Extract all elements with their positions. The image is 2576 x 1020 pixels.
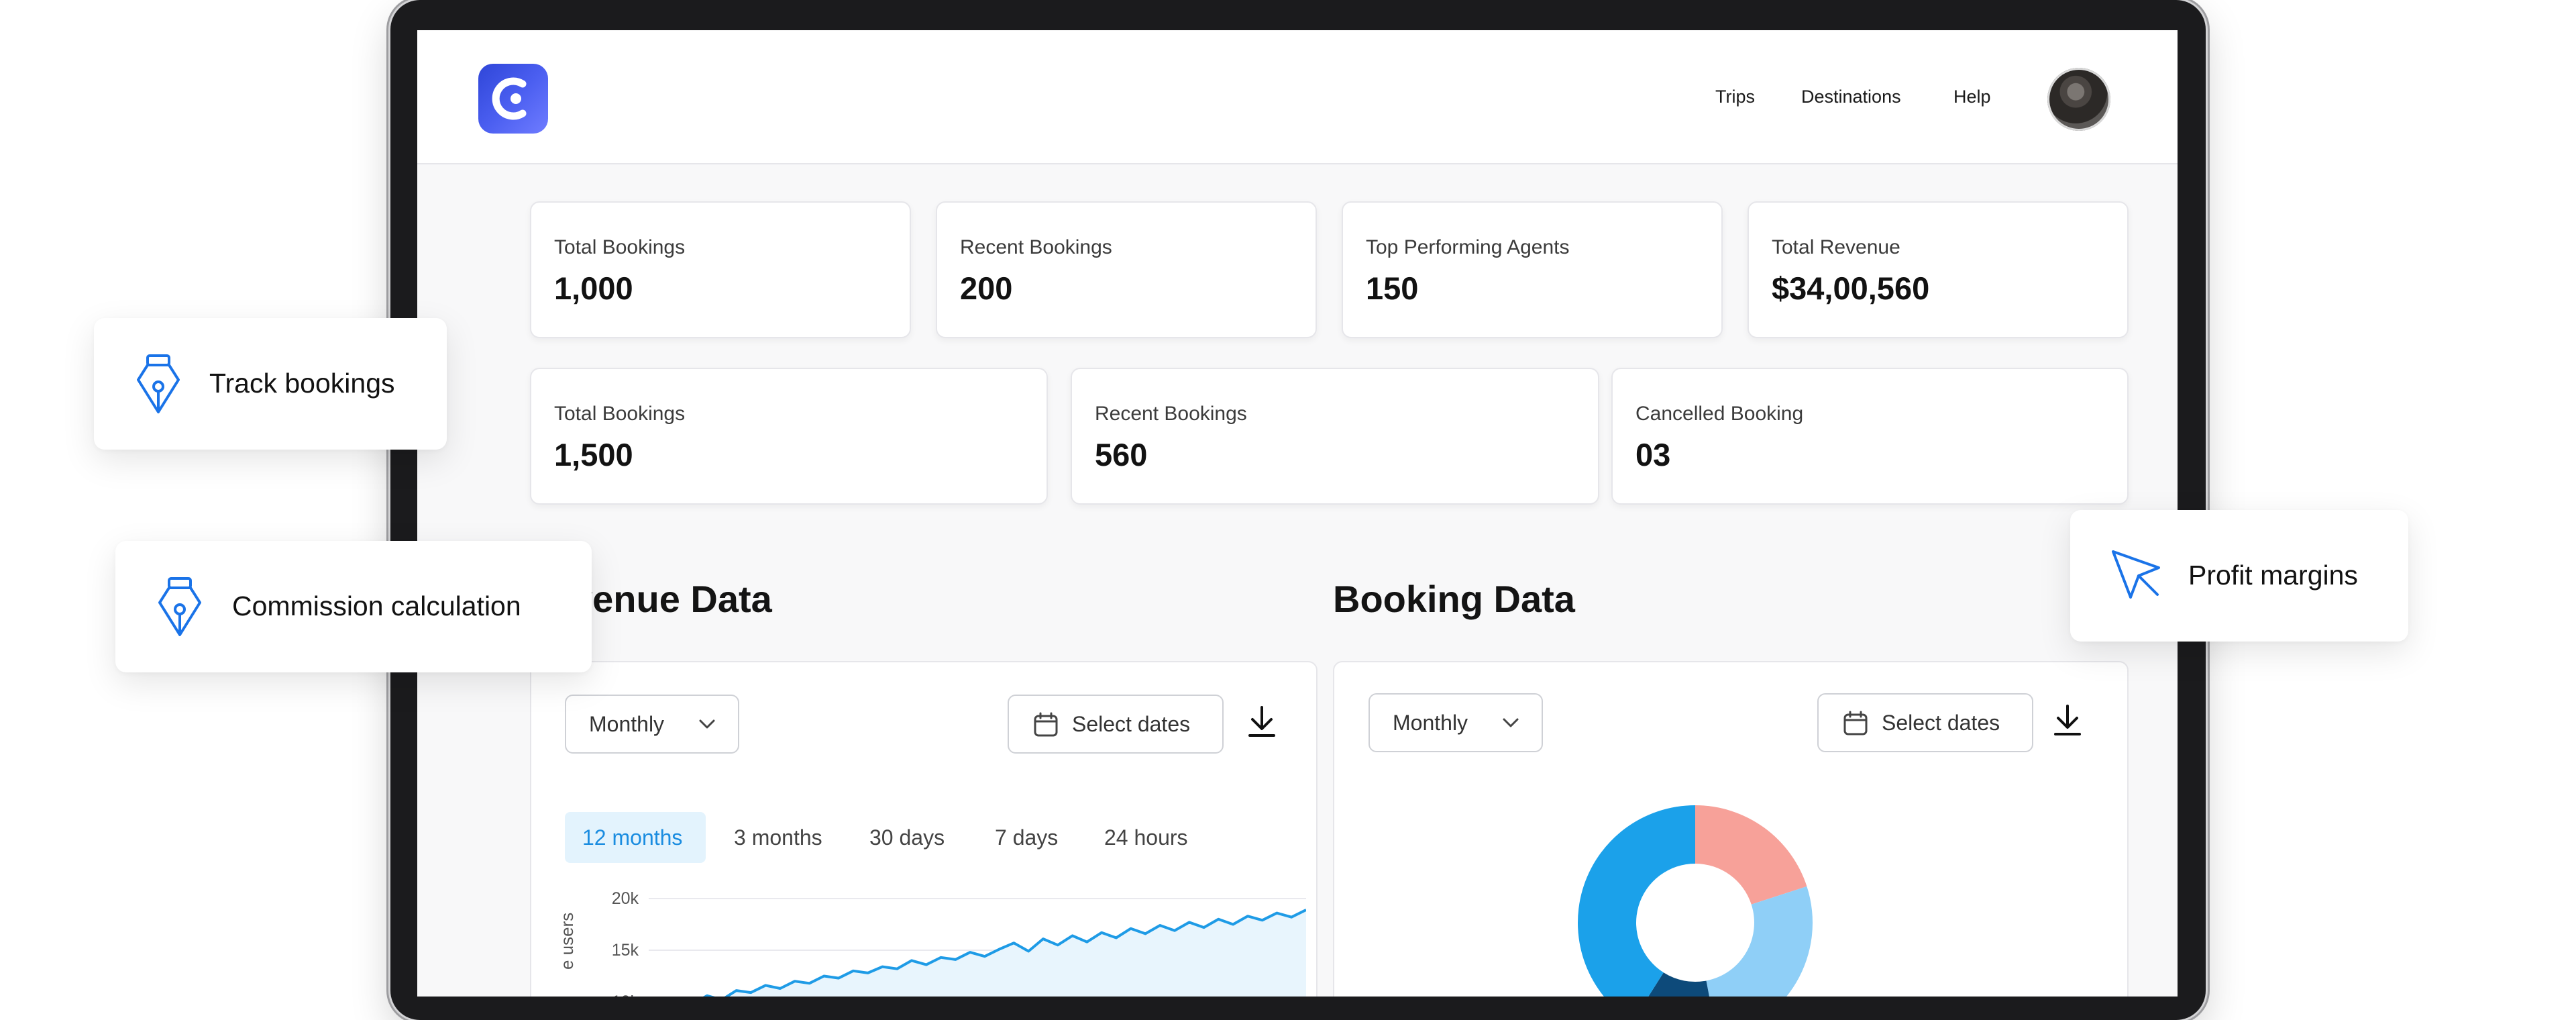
y-tick: 10k bbox=[585, 992, 639, 997]
feature-label: Commission calculation bbox=[232, 591, 521, 621]
range-label: 7 days bbox=[995, 825, 1059, 850]
pen-nib-icon bbox=[158, 577, 201, 636]
feature-card-track-bookings: Track bookings bbox=[94, 318, 447, 450]
booking-select-dates-button[interactable]: Select dates bbox=[1817, 693, 2033, 752]
download-icon[interactable] bbox=[1246, 705, 1278, 740]
download-icon[interactable] bbox=[2051, 703, 2084, 738]
stat-card-recent-bookings: Recent Bookings 200 bbox=[936, 201, 1317, 338]
booking-period-dropdown[interactable]: Monthly bbox=[1368, 693, 1543, 752]
select-dates-label: Select dates bbox=[1882, 711, 2000, 735]
app-logo[interactable] bbox=[478, 64, 548, 134]
stat-label: Total Bookings bbox=[554, 236, 686, 258]
stat-label: Recent Bookings bbox=[960, 236, 1112, 258]
stat-value: 560 bbox=[1095, 437, 1148, 472]
top-navigation-bar: Trips Destinations Help bbox=[417, 30, 2178, 164]
y-tick: 20k bbox=[611, 889, 639, 908]
range-7-days[interactable]: 7 days bbox=[995, 812, 1069, 863]
stat-card-total-bookings-2: Total Bookings 1,500 bbox=[530, 368, 1048, 505]
revenue-select-dates-button[interactable]: Select dates bbox=[1008, 695, 1224, 754]
range-label: 30 days bbox=[869, 825, 945, 850]
logo-mark-icon bbox=[492, 77, 527, 120]
stat-value: 03 bbox=[1635, 437, 1671, 472]
revenue-line-chart bbox=[649, 898, 1306, 997]
stat-card-total-bookings: Total Bookings 1,000 bbox=[530, 201, 911, 338]
range-label: 24 hours bbox=[1104, 825, 1188, 850]
stat-value: 150 bbox=[1366, 270, 1419, 306]
dashboard-screen: Trips Destinations Help Total Bookings 1… bbox=[417, 30, 2178, 997]
stat-value: 200 bbox=[960, 270, 1013, 306]
range-label: 3 months bbox=[734, 825, 822, 850]
cursor-arrow-icon bbox=[2112, 550, 2160, 599]
feature-label: Profit margins bbox=[2188, 560, 2358, 591]
nav-help[interactable]: Help bbox=[1953, 87, 1991, 107]
calendar-icon bbox=[1843, 711, 1868, 735]
nav-trips[interactable]: Trips bbox=[1715, 87, 1755, 107]
range-30-days[interactable]: 30 days bbox=[869, 812, 957, 863]
stat-value: 1,000 bbox=[554, 270, 633, 306]
select-dates-label: Select dates bbox=[1072, 712, 1191, 736]
booking-section-title: Booking Data bbox=[1333, 578, 1575, 620]
y-tick: 15k bbox=[611, 941, 639, 960]
stat-card-recent-bookings-2: Recent Bookings 560 bbox=[1071, 368, 1599, 505]
stat-card-top-agents: Top Performing Agents 150 bbox=[1342, 201, 1723, 338]
donut-slice-3 bbox=[1578, 805, 1695, 997]
feature-card-commission-calculation: Commission calculation bbox=[115, 541, 592, 672]
dropdown-value: Monthly bbox=[589, 712, 665, 736]
booking-donut-chart bbox=[1578, 805, 1813, 997]
dropdown-value: Monthly bbox=[1393, 711, 1468, 735]
donut-slice-0 bbox=[1695, 805, 1807, 905]
stat-label: Total Revenue bbox=[1772, 236, 1900, 258]
range-24-hours[interactable]: 24 hours bbox=[1104, 812, 1205, 863]
stat-label: Cancelled Booking bbox=[1635, 403, 1804, 425]
chevron-down-icon bbox=[1503, 718, 1519, 727]
calendar-icon bbox=[1034, 712, 1058, 737]
feature-card-profit-margins: Profit margins bbox=[2070, 510, 2408, 642]
nav-destinations[interactable]: Destinations bbox=[1801, 87, 1901, 107]
chevron-down-icon bbox=[699, 719, 715, 729]
revenue-section-title: venue Data bbox=[572, 578, 772, 620]
stat-label: Total Bookings bbox=[554, 403, 686, 425]
range-12-months[interactable]: 12 months bbox=[565, 812, 706, 863]
range-3-months[interactable]: 3 months bbox=[734, 812, 841, 863]
stat-card-cancelled-booking: Cancelled Booking 03 bbox=[1611, 368, 2129, 505]
range-label: 12 months bbox=[582, 825, 683, 850]
stat-label: Top Performing Agents bbox=[1366, 236, 1570, 258]
stat-value: $34,00,560 bbox=[1772, 270, 1930, 306]
stat-card-total-revenue: Total Revenue $34,00,560 bbox=[1748, 201, 2129, 338]
revenue-period-dropdown[interactable]: Monthly bbox=[565, 695, 739, 754]
stat-label: Recent Bookings bbox=[1095, 403, 1247, 425]
y-axis-label: e users bbox=[557, 912, 577, 970]
pen-nib-icon bbox=[137, 354, 180, 413]
stat-value: 1,500 bbox=[554, 437, 633, 472]
feature-label: Track bookings bbox=[209, 368, 395, 399]
user-avatar[interactable] bbox=[2047, 68, 2110, 131]
donut-slice-1 bbox=[1706, 886, 1813, 997]
